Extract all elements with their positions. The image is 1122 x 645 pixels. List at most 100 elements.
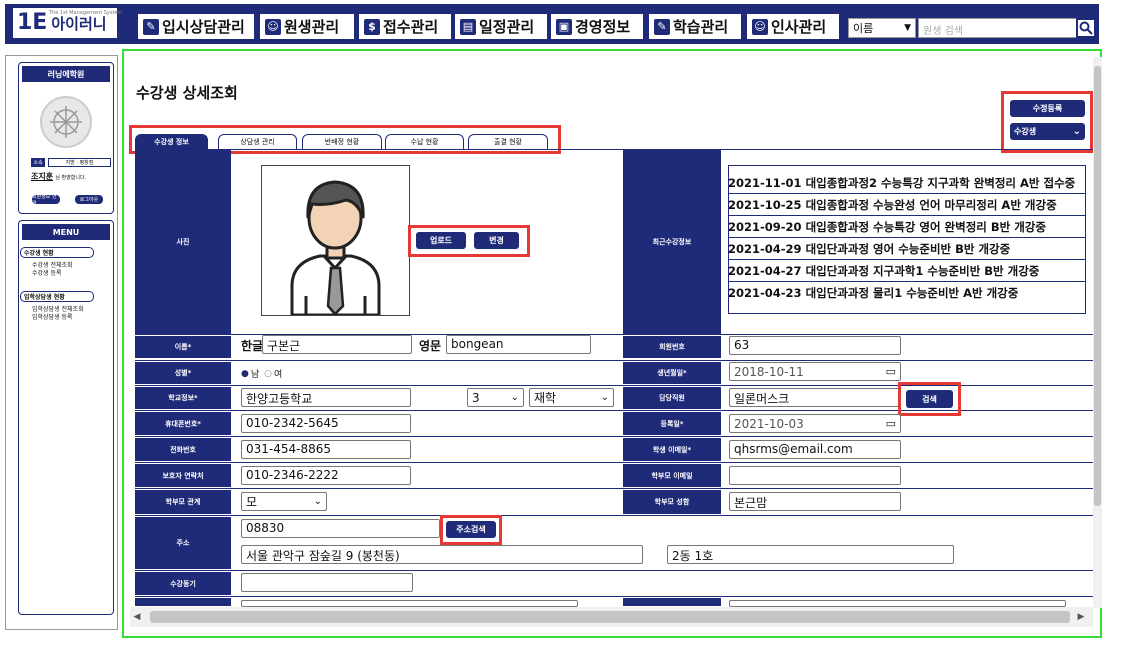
sidebar-link-consult-list[interactable]: 입학상담생 전체조회: [20, 306, 84, 314]
chevron-down-icon: ⌄: [1072, 126, 1081, 137]
academy-name: 러닝에학원: [22, 66, 110, 82]
sidebar-link-student-register[interactable]: 수강생 등록: [20, 270, 62, 278]
address-main-input[interactable]: 서울 관악구 잠숲길 9 (봉천동): [241, 545, 643, 564]
partial-input[interactable]: [729, 600, 1066, 607]
menu-learning-manage[interactable]: ✎ 학습관리: [649, 14, 741, 39]
divider: [135, 515, 1093, 516]
menu-payment-manage[interactable]: $ 접수관리: [359, 14, 451, 39]
sidebar-group-students[interactable]: 수강생 현황: [20, 247, 94, 258]
student-status-select[interactable]: 수강생 ⌄: [1010, 123, 1085, 140]
document-icon: ▣: [556, 18, 572, 35]
divider: [135, 488, 1093, 489]
parent-name-input[interactable]: 본근맘: [729, 492, 901, 511]
school-name-input[interactable]: 한양고등학교: [241, 388, 411, 407]
photo-label: 사진: [135, 150, 231, 334]
manager-label: 담당직원: [623, 387, 721, 409]
menu-hr-manage[interactable]: ☺ 인사관리: [747, 14, 839, 39]
divider: [135, 596, 1093, 597]
birthdate-label: 생년월일*: [623, 362, 721, 384]
scroll-right-arrow-icon[interactable]: ▶: [1074, 609, 1088, 625]
course-history-item: 2021-10-25 대입종합과정 수능완성 언어 마무리정리 A반 개강중: [728, 194, 1085, 216]
app-logo[interactable]: 1E 아이러니 The 1st Management System: [13, 8, 122, 38]
menu-business-info[interactable]: ▣ 경영정보: [551, 14, 643, 39]
guardian-phone-input[interactable]: 010-2346-2222: [241, 466, 411, 485]
mobile-label: 휴대폰번호*: [135, 412, 231, 435]
scroll-left-arrow-icon[interactable]: ◀: [130, 609, 144, 625]
tab-attendance[interactable]: 출결 현황: [468, 134, 548, 149]
manager-input[interactable]: 일론머스크: [729, 388, 901, 407]
parent-email-input[interactable]: [729, 466, 901, 485]
address-detail-input[interactable]: 2동 1호: [667, 545, 954, 564]
logout-button[interactable]: 로그아웃: [75, 195, 103, 204]
menu-admission-consult[interactable]: ✎ 입시상담관리: [138, 14, 254, 39]
menu-label: 인사관리: [771, 18, 827, 36]
radio-male[interactable]: ●: [241, 369, 249, 379]
calendar-icon[interactable]: ▭: [886, 365, 896, 378]
grade-value: 3: [472, 390, 480, 405]
partial-input[interactable]: [241, 600, 578, 607]
search-button[interactable]: [1076, 18, 1096, 38]
reg-date-label: 등록일*: [623, 412, 721, 435]
manager-search-button[interactable]: 검색: [906, 390, 953, 408]
academy-emblem: [40, 96, 92, 148]
course-history-item: 2021-04-27 대입단과과정 지구과학1 수능준비반 B반 개강중: [728, 260, 1085, 282]
greeting-suffix: 님 환영합니다.: [55, 175, 87, 181]
grade-select[interactable]: 3 ⌄: [467, 388, 524, 407]
calendar-icon[interactable]: ▭: [886, 417, 896, 430]
menu-schedule-manage[interactable]: ▤ 일정관리: [455, 14, 547, 39]
chevron-down-icon: ⌄: [313, 496, 322, 507]
guardian-relation-label: 학부모 관계: [135, 490, 231, 514]
address-search-button[interactable]: 주소검색: [446, 521, 496, 538]
guardian-relation-select[interactable]: 모 ⌄: [241, 492, 327, 511]
menu-label: 원생관리: [284, 18, 340, 36]
parent-name-label: 학부모 성함: [623, 490, 721, 514]
search-type-select[interactable]: 이름 ▼: [848, 18, 916, 38]
mobile-input[interactable]: 010-2342-5645: [241, 414, 411, 433]
student-search-input[interactable]: 원생 검색: [918, 18, 1078, 38]
tab-student-info[interactable]: 수강생 정보: [135, 134, 208, 149]
member-no-label: 회원번호: [623, 336, 721, 358]
upload-photo-button[interactable]: 업로드: [416, 232, 466, 249]
save-register-button[interactable]: 수정등록: [1010, 100, 1085, 117]
page-title: 수강생 상세조회: [136, 84, 238, 102]
student-email-label: 학생 이메일*: [623, 438, 721, 461]
student-email-input[interactable]: qhsrms@email.com: [729, 440, 901, 459]
pencil-icon: ✎: [143, 18, 159, 35]
divider: [135, 462, 1093, 463]
user-name: 조지훈: [31, 172, 54, 181]
vertical-scroll-thumb[interactable]: [1094, 66, 1101, 506]
tab-consult-manage[interactable]: 상담생 관리: [218, 134, 297, 149]
menu-student-manage[interactable]: ☺ 원생관리: [260, 14, 354, 39]
home-phone-input[interactable]: 031-454-8865: [241, 440, 411, 459]
sidebar-link-consult-register[interactable]: 입학상담생 등록: [20, 314, 73, 322]
menu-label: 접수관리: [383, 18, 439, 36]
school-status-select[interactable]: 재학 ⌄: [529, 388, 614, 407]
tab-payment[interactable]: 수납 현황: [385, 134, 464, 149]
sidebar-group-consult[interactable]: 입학상담생 현황: [20, 291, 94, 302]
menu-label: 일정관리: [479, 18, 535, 36]
divider: [135, 360, 1093, 361]
birthdate-input[interactable]: 2018-10-11 ▭: [729, 362, 901, 381]
member-info-button[interactable]: 회원정보 변경: [32, 194, 60, 207]
menu-label: 입시상담관리: [162, 18, 245, 36]
motive-input[interactable]: [241, 573, 413, 592]
change-photo-button[interactable]: 변경: [474, 232, 519, 249]
english-name-input[interactable]: bongean: [446, 335, 591, 354]
tab-class-assign[interactable]: 반배정 현황: [302, 134, 382, 149]
divider: [135, 149, 1093, 150]
home-phone-label: 전화번호: [135, 438, 231, 461]
gender-radio-group: ● 남 ○ 여: [241, 367, 282, 381]
logo-tagline: The 1st Management System: [49, 10, 123, 16]
course-history-item: 2021-09-20 대입종합과정 수능특강 영어 완벽정리 B반 개강중: [728, 216, 1085, 238]
birthdate-value: 2018-10-11: [734, 364, 804, 379]
reg-date-input[interactable]: 2021-10-03 ▭: [729, 414, 901, 433]
radio-female[interactable]: ○: [264, 369, 272, 379]
zipcode-input[interactable]: 08830: [241, 519, 440, 538]
menu-panel: [18, 220, 114, 615]
menu-label: 경영정보: [575, 18, 631, 36]
horizontal-scroll-thumb[interactable]: [150, 611, 1070, 623]
member-no-input[interactable]: 63: [729, 336, 901, 355]
sidebar-link-student-list[interactable]: 수강생 전체조회: [20, 262, 73, 270]
korean-name-input[interactable]: 구본근: [262, 335, 412, 354]
english-name-label: 영문: [419, 339, 442, 353]
